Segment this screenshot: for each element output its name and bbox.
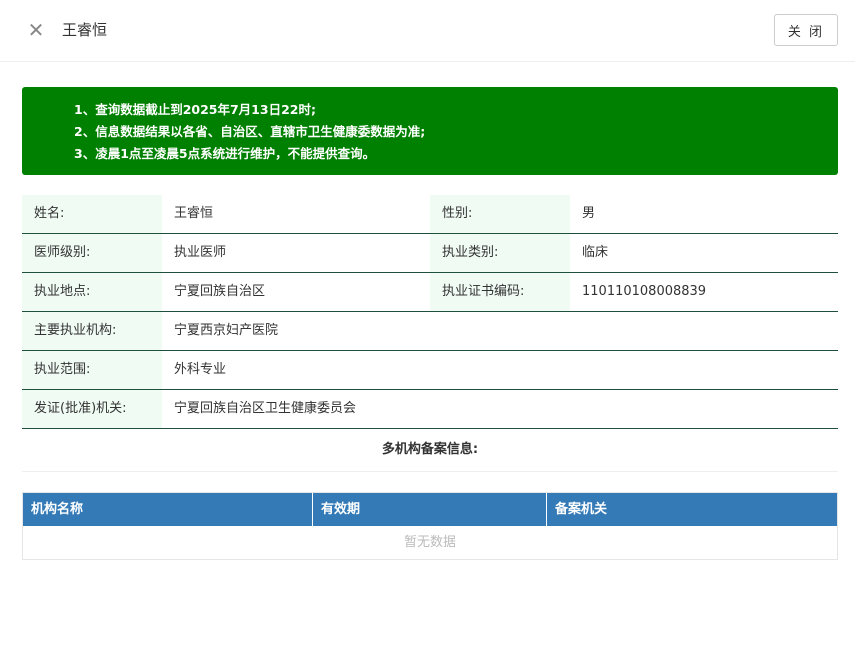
notice-banner: 1、查询数据截止到2025年7月13日22时; 2、信息数据结果以各省、自治区、… — [22, 87, 838, 175]
dialog-title: 王睿恒 — [62, 21, 108, 39]
name-value: 王睿恒 — [174, 206, 214, 221]
notice-line: 3、凌晨1点至凌晨5点系统进行维护，不能提供查询。 — [74, 146, 376, 161]
category-value: 临床 — [582, 245, 609, 260]
issuer-value: 宁夏回族自治区卫生健康委员会 — [174, 401, 357, 416]
dialog-header: ✕ 王睿恒 关 闭 — [0, 0, 855, 62]
table-header: 机构名称 有效期 备案机关 — [23, 493, 837, 526]
org-value: 宁夏西京妇产医院 — [174, 323, 279, 338]
notice-line: 1、查询数据截止到2025年7月13日22时; — [74, 102, 316, 117]
info-row: 医师级别: 执业医师 执业类别: 临床 — [22, 234, 838, 273]
info-row: 执业范围: 外科专业 — [22, 351, 838, 390]
org-label: 主要执业机构: — [22, 312, 162, 350]
doctor-info-table: 姓名: 王睿恒 性别: 男 医师级别: 执业医师 执业类别: 临床 执业地点: … — [22, 195, 838, 429]
cert-value: 110110108008839 — [582, 284, 707, 299]
column-header-org: 机构名称 — [23, 493, 313, 526]
level-value: 执业医师 — [174, 245, 227, 260]
notice-line: 2、信息数据结果以各省、自治区、直辖市卫生健康委数据为准; — [74, 124, 426, 139]
info-row: 姓名: 王睿恒 性别: 男 — [22, 195, 838, 234]
location-value: 宁夏回族自治区 — [174, 284, 266, 299]
level-label: 医师级别: — [22, 234, 162, 272]
multi-org-table: 机构名称 有效期 备案机关 暂无数据 — [22, 492, 838, 560]
info-row: 发证(批准)机关: 宁夏回族自治区卫生健康委员会 — [22, 390, 838, 429]
column-header-validity: 有效期 — [313, 493, 547, 526]
category-label: 执业类别: — [430, 234, 570, 272]
info-row: 主要执业机构: 宁夏西京妇产医院 — [22, 312, 838, 351]
issuer-label: 发证(批准)机关: — [22, 390, 162, 428]
scope-value: 外科专业 — [174, 362, 227, 377]
column-header-authority: 备案机关 — [555, 502, 608, 517]
gender-value: 男 — [582, 206, 596, 221]
close-icon[interactable]: ✕ — [26, 19, 46, 41]
scope-label: 执业范围: — [22, 351, 162, 389]
multi-org-title: 多机构备案信息: — [22, 429, 838, 472]
gender-label: 性别: — [430, 195, 570, 233]
info-row: 执业地点: 宁夏回族自治区 执业证书编码: 110110108008839 — [22, 273, 838, 312]
empty-state: 暂无数据 — [403, 535, 456, 550]
close-button[interactable]: 关 闭 — [774, 14, 838, 46]
cert-label: 执业证书编码: — [430, 273, 570, 311]
name-label: 姓名: — [22, 195, 162, 233]
location-label: 执业地点: — [22, 273, 162, 311]
